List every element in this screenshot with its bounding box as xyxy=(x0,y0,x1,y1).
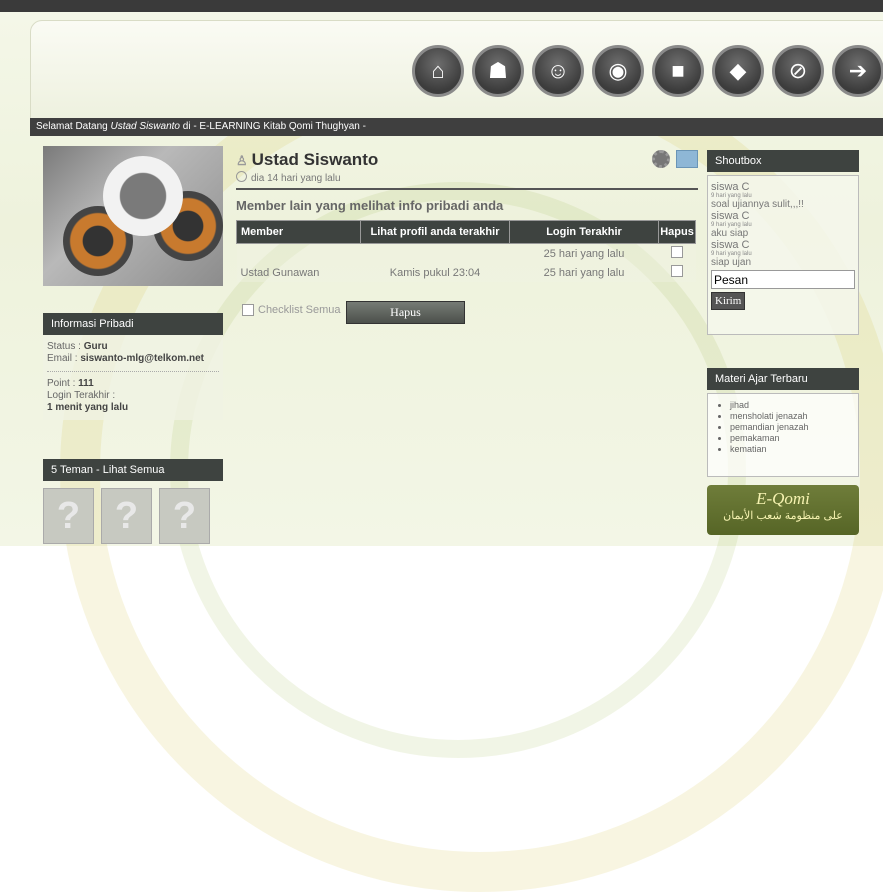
welcome-user: Ustad Siswanto xyxy=(110,121,180,132)
photo-body xyxy=(103,156,183,236)
row-delete-checkbox[interactable] xyxy=(671,246,683,258)
profile-divider xyxy=(236,188,698,190)
nav-users-button[interactable]: ☺ xyxy=(532,45,584,97)
friends-panel: 5 Teman - Lihat Semua ? ? ? xyxy=(43,459,223,544)
last-login-value: 1 menit yang lalu xyxy=(47,402,129,413)
row-delete-checkbox[interactable] xyxy=(671,265,683,277)
settings-gear-icon[interactable] xyxy=(652,150,670,168)
status-value: Guru xyxy=(83,341,108,352)
row-viewed xyxy=(361,244,510,264)
profile-section: ♙ Ustad Siswanto dia 14 hari yang lalu Me… xyxy=(236,150,698,282)
message-user: siswa C xyxy=(711,239,750,251)
personal-info-panel: Informasi Pribadi Status : Guru Email : … xyxy=(43,313,223,420)
profile-photo xyxy=(43,146,223,286)
eqomi-banner[interactable]: E-Qomi على منظومة شعب الأيمان xyxy=(707,485,859,535)
point-label: Point : xyxy=(47,378,79,389)
row-login: 25 hari yang lalu xyxy=(543,266,625,279)
material-link[interactable]: jihad xyxy=(730,400,854,411)
last-login-label: Login Terakhir : xyxy=(47,390,116,401)
material-link[interactable]: pemandian jenazah xyxy=(730,422,854,433)
message-text: soal ujiannya sulit,,,!! xyxy=(711,199,804,210)
user-icon: ♙ xyxy=(236,153,248,168)
banner-title: E-Qomi xyxy=(756,489,810,508)
table-row: 25 hari yang lalu xyxy=(236,243,696,264)
friend-avatar[interactable]: ? xyxy=(43,488,94,544)
welcome-bar: Selamat Datang Ustad Siswanto di - E-LEA… xyxy=(30,118,883,136)
shoutbox-title: Shoutbox xyxy=(707,150,859,172)
book-icon: ■ xyxy=(671,58,685,83)
nav-logout-button[interactable]: ➔ xyxy=(832,45,883,97)
personal-info-title: Informasi Pribadi xyxy=(43,313,223,335)
header: ⌂ ☗ ☺ ◉ ■ ◆ ⊘ ➔ xyxy=(30,20,883,119)
viewers-table: Member Lihat profil anda terakhir Login … xyxy=(236,220,696,282)
row-member[interactable]: Ustad Gunawan xyxy=(237,263,361,282)
check-all[interactable]: Checklist Semua xyxy=(242,304,341,316)
table-row: Ustad Gunawan Kamis pukul 23:04 25 hari … xyxy=(236,263,696,282)
profile-tools xyxy=(652,150,698,168)
nav-home-button[interactable]: ⌂ xyxy=(412,45,464,97)
col-delete: Hapus xyxy=(658,220,696,244)
email-value: siswanto-mlg@telkom.net xyxy=(80,353,205,364)
check-all-label: Checklist Semua xyxy=(258,304,341,316)
friends-title-link[interactable]: 5 Teman - Lihat Semua xyxy=(43,459,223,481)
status-label: Status : xyxy=(47,341,84,352)
message-text: siap ujan xyxy=(711,257,752,268)
viewers-heading: Member lain yang melihat info pribadi an… xyxy=(236,198,504,213)
friend-avatar[interactable]: ? xyxy=(159,488,210,544)
friend-avatar[interactable]: ? xyxy=(101,488,152,544)
welcome-prefix: Selamat Datang xyxy=(36,121,111,132)
logout-icon: ➔ xyxy=(848,58,868,83)
nav-chat-button[interactable]: ◉ xyxy=(592,45,644,97)
shoutbox-panel: Shoutbox siswa C 9 hari yang lalu soal u… xyxy=(707,150,859,335)
point-value: 111 xyxy=(78,378,94,389)
latest-materials-panel: Materi Ajar Terbaru jihad mensholati jen… xyxy=(707,368,859,477)
banner-subtitle: على منظومة شعب الأيمان xyxy=(723,510,843,522)
message-user: siswa C xyxy=(711,181,750,193)
nav-book-button[interactable]: ■ xyxy=(652,45,704,97)
welcome-suffix: di - E-LEARNING Kitab Qomi Thughyan - xyxy=(179,121,366,132)
member-since: dia 14 hari yang lalu xyxy=(251,173,341,184)
send-button[interactable]: Kirim xyxy=(711,292,746,310)
id-card-icon[interactable] xyxy=(676,150,698,168)
main-navigation: ⌂ ☗ ☺ ◉ ■ ◆ ⊘ ➔ xyxy=(412,45,883,97)
top-bar xyxy=(0,0,883,12)
row-member[interactable] xyxy=(237,244,361,264)
clock-icon xyxy=(236,171,247,182)
message-user: siswa C xyxy=(711,210,750,222)
info-divider xyxy=(47,371,219,372)
material-link[interactable]: pemakaman xyxy=(730,433,854,444)
attachment-icon: ⊘ xyxy=(788,58,808,83)
material-link[interactable]: mensholati jenazah xyxy=(730,411,854,422)
col-member: Member xyxy=(236,220,361,244)
delete-button[interactable]: Hapus xyxy=(346,301,465,324)
tag-icon: ◆ xyxy=(729,58,747,83)
nav-tag-button[interactable]: ◆ xyxy=(712,45,764,97)
chat-icon: ◉ xyxy=(608,58,628,83)
shout-message-input[interactable] xyxy=(711,270,855,289)
home-icon: ⌂ xyxy=(431,58,445,83)
nav-attachment-button[interactable]: ⊘ xyxy=(772,45,824,97)
row-viewed: Kamis pukul 23:04 xyxy=(389,266,481,279)
group-icon: ☗ xyxy=(488,58,508,83)
email-label: Email : xyxy=(47,353,81,364)
message-text: aku siap xyxy=(711,228,749,239)
profile-name: Ustad Siswanto xyxy=(251,150,379,169)
users-icon: ☺ xyxy=(546,58,570,83)
material-link[interactable]: kematian xyxy=(730,444,854,455)
col-login: Login Terakhir xyxy=(509,220,659,244)
col-viewed: Lihat profil anda terakhir xyxy=(360,220,510,244)
check-all-checkbox[interactable] xyxy=(242,304,254,316)
latest-materials-title: Materi Ajar Terbaru xyxy=(707,368,859,390)
row-login: 25 hari yang lalu xyxy=(543,247,625,260)
nav-group-button[interactable]: ☗ xyxy=(472,45,524,97)
